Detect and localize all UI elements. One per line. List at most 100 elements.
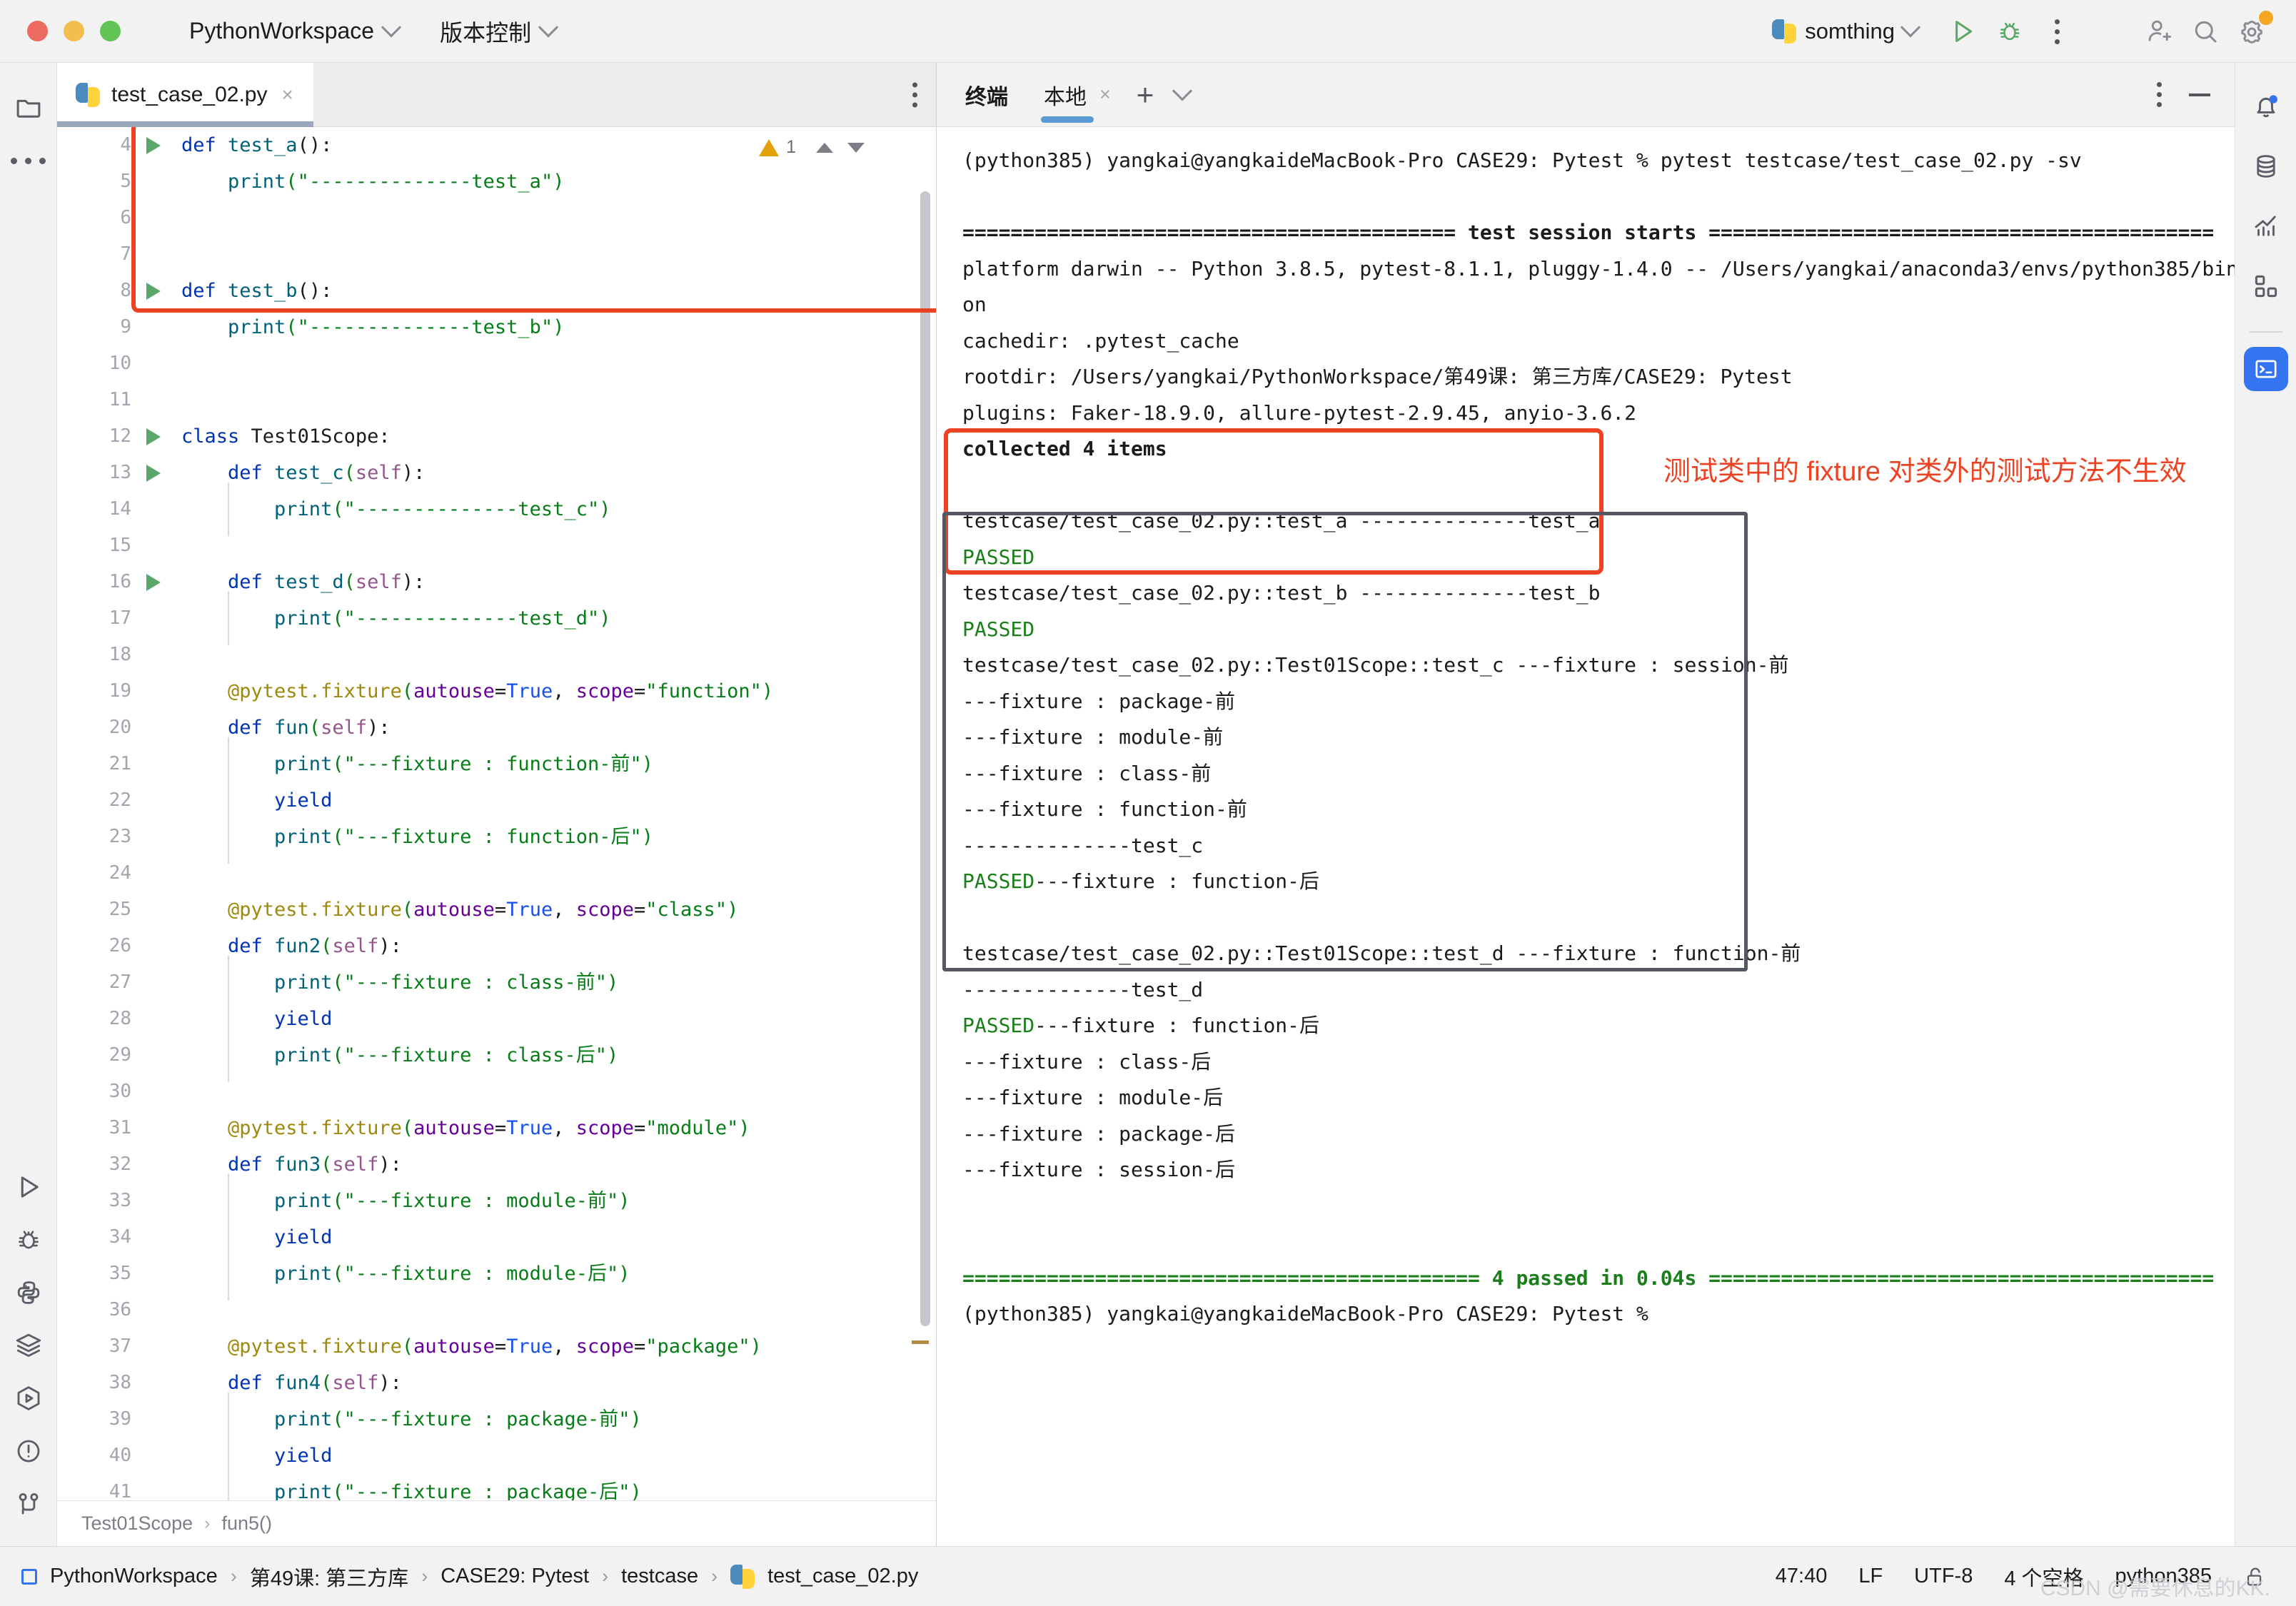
run-button[interactable] bbox=[1939, 8, 1986, 55]
error-stripe-marker[interactable] bbox=[912, 1340, 929, 1344]
caret-position[interactable]: 47:40 bbox=[1776, 1565, 1828, 1588]
editor-scrollbar[interactable] bbox=[920, 127, 930, 1500]
minimize-window-button[interactable] bbox=[64, 21, 84, 41]
code-line[interactable]: 18 bbox=[57, 637, 936, 673]
code-editor[interactable]: 4 def test_a(): 5 print("--------------tes… bbox=[57, 127, 936, 1500]
vcs-selector[interactable]: 版本控制 bbox=[440, 15, 559, 48]
version-control-tool-button[interactable] bbox=[3, 1478, 54, 1530]
code-line[interactable]: 36 bbox=[57, 1292, 936, 1328]
run-gutter-icon[interactable] bbox=[141, 136, 166, 154]
code-line[interactable]: 13 def test_c(self): bbox=[57, 455, 936, 491]
close-window-button[interactable] bbox=[27, 21, 48, 41]
search-button[interactable] bbox=[2182, 8, 2229, 55]
chevron-up-icon[interactable] bbox=[816, 142, 833, 153]
code-line[interactable]: 5 print("--------------test_a") bbox=[57, 163, 936, 200]
chevron-down-icon[interactable] bbox=[1172, 80, 1193, 101]
services-tool-button[interactable] bbox=[3, 1372, 54, 1425]
code-line[interactable]: 16 def test_d(self): bbox=[57, 564, 936, 600]
code-line[interactable]: 40 yield bbox=[57, 1429, 936, 1483]
code-line[interactable]: 41 print("---fixture : package-后") bbox=[57, 1465, 936, 1500]
code-line[interactable]: 30 bbox=[57, 1074, 936, 1110]
profiler-chart-button[interactable] bbox=[2240, 200, 2292, 253]
code-line[interactable]: 23 print("---fixture : function-后") bbox=[57, 810, 936, 864]
code-lines-container[interactable]: 4 def test_a(): 5 print("--------------tes… bbox=[57, 127, 936, 1500]
code-line[interactable]: 11 bbox=[57, 382, 936, 418]
code-line[interactable]: 35 print("---fixture : module-后") bbox=[57, 1247, 936, 1301]
run-gutter-icon[interactable] bbox=[141, 573, 166, 591]
code-line[interactable]: 9 print("--------------test_b") bbox=[57, 309, 936, 345]
close-tab-icon[interactable]: × bbox=[281, 84, 293, 106]
code-line[interactable]: 28 yield bbox=[57, 992, 936, 1046]
code-line[interactable]: 10 bbox=[57, 345, 936, 382]
code-line[interactable]: 22 yield bbox=[57, 774, 936, 827]
maximize-window-button[interactable] bbox=[100, 21, 121, 41]
chevron-down-icon[interactable] bbox=[847, 142, 865, 153]
code-line[interactable]: 8 def test_b(): bbox=[57, 273, 936, 309]
notifications-button[interactable] bbox=[2240, 80, 2292, 133]
run-config-selector[interactable]: somthing bbox=[1772, 17, 1921, 44]
code-line[interactable]: 19 @pytest.fixture(autouse=True, scope="… bbox=[57, 673, 936, 709]
add-user-button[interactable] bbox=[2135, 8, 2182, 55]
status-crumb-case[interactable]: CASE29: Pytest bbox=[440, 1565, 589, 1588]
python-packages-tool-button[interactable] bbox=[3, 1266, 54, 1319]
code-line[interactable]: 7 bbox=[57, 236, 936, 273]
code-token: ( bbox=[332, 607, 344, 630]
database-button[interactable] bbox=[2240, 140, 2292, 193]
terminal-options-icon[interactable] bbox=[2157, 82, 2162, 107]
terminal-tool-button[interactable] bbox=[2243, 347, 2288, 391]
code-line[interactable]: 24 bbox=[57, 855, 936, 892]
close-terminal-tab-icon[interactable]: × bbox=[1099, 84, 1111, 106]
run-gutter-icon[interactable] bbox=[141, 428, 166, 445]
window-controls[interactable] bbox=[27, 21, 121, 41]
inspection-widget[interactable]: 1 bbox=[759, 137, 865, 158]
run-tool-button[interactable] bbox=[3, 1161, 54, 1213]
breadcrumb-method[interactable]: fun5() bbox=[221, 1512, 272, 1535]
status-crumb-lesson[interactable]: 第49课: 第三方库 bbox=[250, 1562, 408, 1592]
run-gutter-icon[interactable] bbox=[141, 464, 166, 482]
more-actions-button[interactable] bbox=[2033, 8, 2080, 55]
breadcrumb-class[interactable]: Test01Scope bbox=[81, 1512, 193, 1535]
status-crumb-testcase[interactable]: testcase bbox=[621, 1565, 698, 1588]
project-selector[interactable]: PythonWorkspace bbox=[189, 16, 402, 44]
plugins-button[interactable] bbox=[2240, 260, 2292, 313]
terminal-output[interactable]: (python385) yangkai@yangkaideMacBook-Pro… bbox=[937, 127, 2235, 1546]
file-encoding[interactable]: UTF-8 bbox=[1914, 1565, 1973, 1588]
project-tool-button[interactable] bbox=[3, 81, 54, 134]
editor-tab-options-icon[interactable] bbox=[912, 82, 917, 107]
settings-button[interactable] bbox=[2229, 8, 2276, 55]
code-token: ( bbox=[401, 1117, 414, 1139]
hide-terminal-icon[interactable] bbox=[2189, 93, 2210, 96]
database-layers-tool-button[interactable] bbox=[3, 1319, 54, 1372]
code-line[interactable]: 12 class Test01Scope: bbox=[57, 418, 936, 455]
code-line[interactable]: 33 print("---fixture : module-前") bbox=[57, 1174, 936, 1228]
code-text: def test_b(): bbox=[166, 273, 332, 309]
status-crumb-file[interactable]: test_case_02.py bbox=[767, 1565, 918, 1588]
code-line[interactable]: 20 def fun(self): bbox=[57, 709, 936, 746]
editor-tab-test_case_02[interactable]: test_case_02.py × bbox=[57, 63, 313, 127]
code-line[interactable]: 29 print("---fixture : class-后") bbox=[57, 1029, 936, 1082]
code-line[interactable]: 27 print("---fixture : class-前") bbox=[57, 956, 936, 1009]
code-line[interactable]: 26 def fun2(self): bbox=[57, 928, 936, 964]
problems-tool-button[interactable] bbox=[3, 1425, 54, 1478]
editor-scrollbar-thumb[interactable] bbox=[920, 191, 930, 1326]
debug-tool-button[interactable] bbox=[3, 1213, 54, 1266]
code-line[interactable]: 39 print("---fixture : package-前") bbox=[57, 1393, 936, 1446]
code-line[interactable]: 15 bbox=[57, 527, 936, 564]
code-line[interactable]: 25 @pytest.fixture(autouse=True, scope="… bbox=[57, 892, 936, 928]
more-tool-windows-button[interactable] bbox=[3, 134, 54, 187]
code-line[interactable]: 6 bbox=[57, 200, 936, 236]
code-line[interactable]: 21 print("---fixture : function-前") bbox=[57, 737, 936, 791]
terminal-tab-local[interactable]: 本地 × bbox=[1039, 63, 1115, 127]
code-line[interactable]: 17 print("--------------test_d") bbox=[57, 592, 936, 645]
code-line[interactable]: 31 @pytest.fixture(autouse=True, scope="… bbox=[57, 1110, 936, 1146]
new-terminal-tab-icon[interactable]: + bbox=[1137, 79, 1154, 110]
code-line[interactable]: 37 @pytest.fixture(autouse=True, scope="… bbox=[57, 1328, 936, 1365]
status-crumb-project[interactable]: PythonWorkspace bbox=[50, 1565, 218, 1588]
line-separator[interactable]: LF bbox=[1858, 1565, 1883, 1588]
code-line[interactable]: 14 print("--------------test_c") bbox=[57, 483, 936, 536]
debug-button[interactable] bbox=[1986, 8, 2033, 55]
run-gutter-icon[interactable] bbox=[141, 282, 166, 300]
code-line[interactable]: 32 def fun3(self): bbox=[57, 1146, 936, 1183]
code-line[interactable]: 38 def fun4(self): bbox=[57, 1365, 936, 1401]
code-line[interactable]: 34 yield bbox=[57, 1211, 936, 1264]
